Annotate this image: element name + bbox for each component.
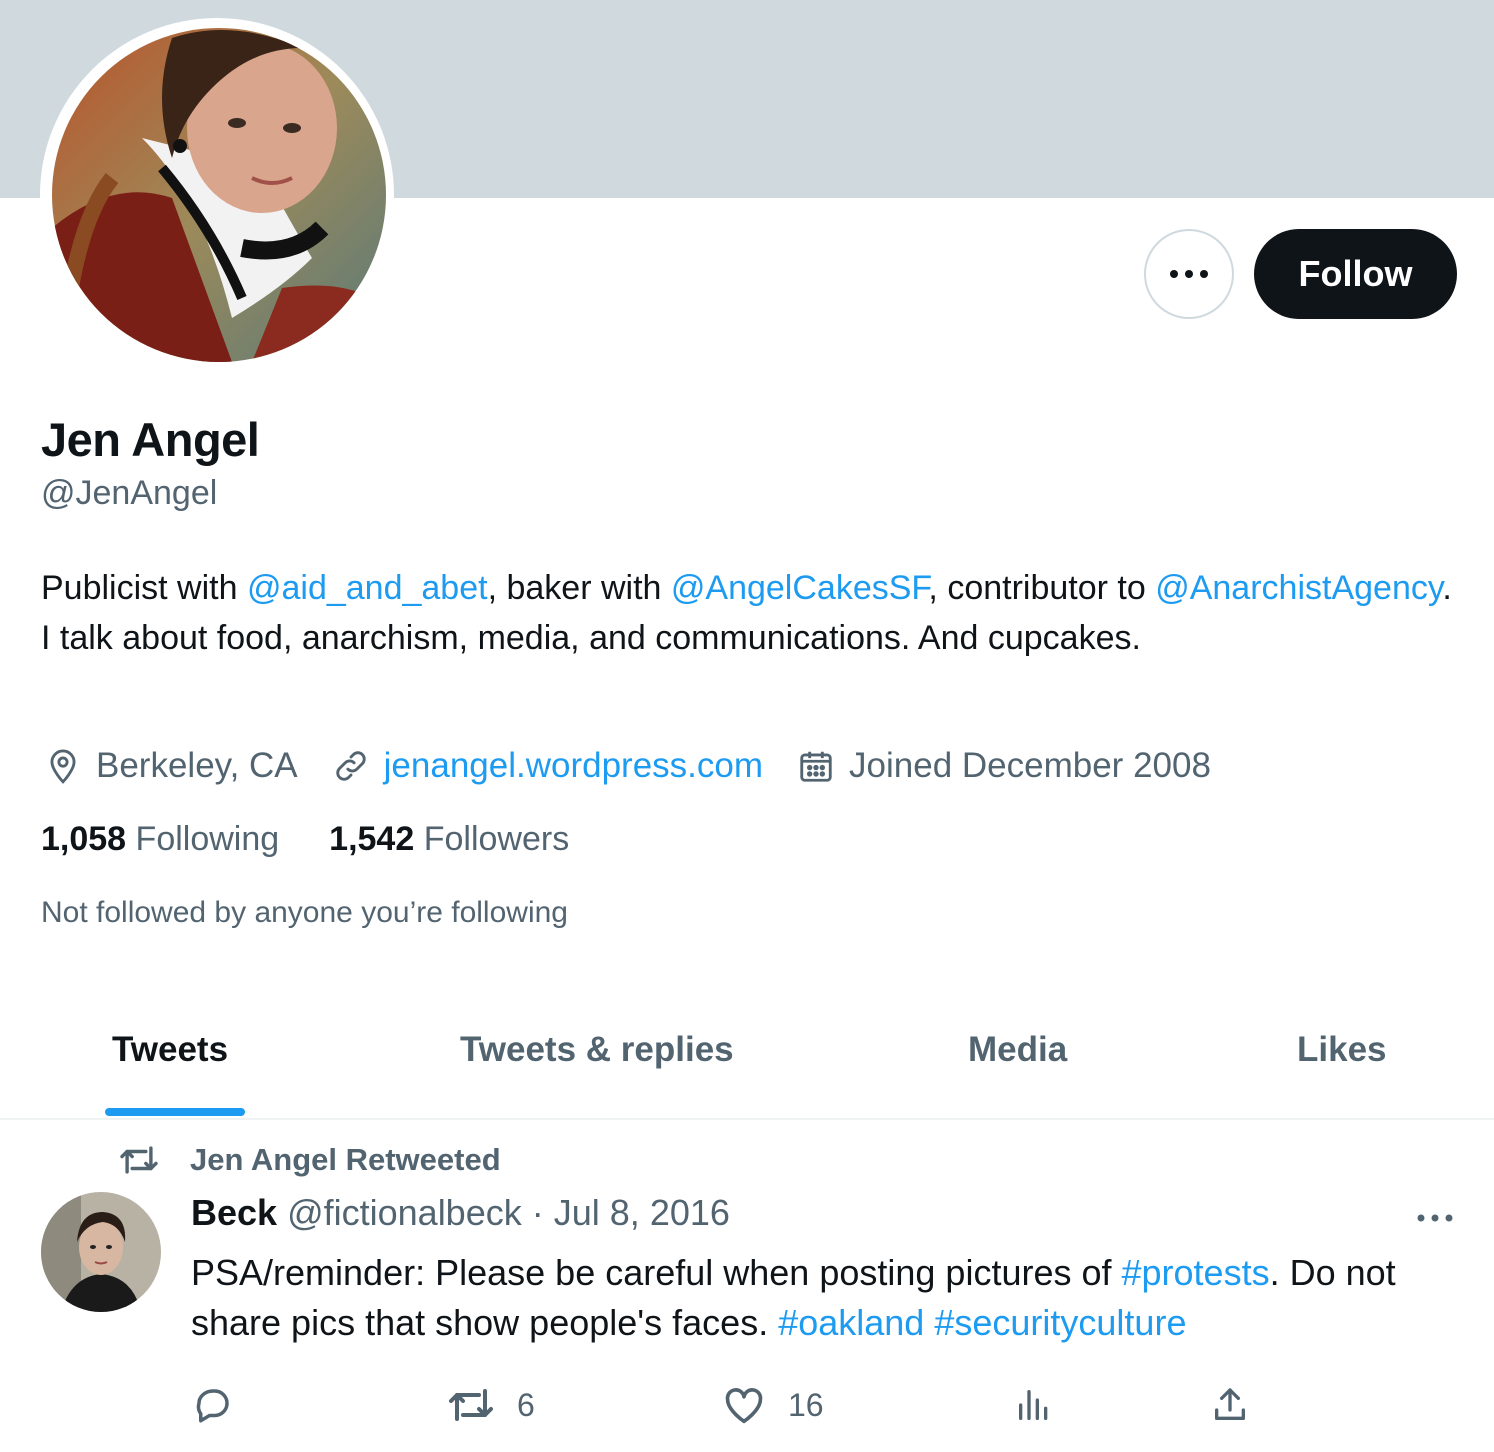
profile-meta: Berkeley, CA jenangel.wordpress.com Join… xyxy=(44,738,1245,794)
follow-counts: 1,058 Following 1,542 Followers xyxy=(41,820,619,859)
bio-text: , baker with xyxy=(487,569,671,607)
tweet-text: PSA/reminder: Please be careful when pos… xyxy=(191,1248,1451,1348)
joined-item: Joined December 2008 xyxy=(797,746,1211,786)
following-count: 1,058 xyxy=(41,820,127,858)
retweet-button[interactable]: 6 xyxy=(447,1380,535,1430)
retweet-icon xyxy=(120,1146,158,1174)
tweet-text-part: PSA/reminder: Please be careful when pos… xyxy=(191,1252,1122,1293)
profile-tabs: Tweets Tweets & replies Media Likes xyxy=(0,1000,1494,1120)
reply-button[interactable] xyxy=(192,1380,256,1430)
retweet-icon xyxy=(449,1389,493,1421)
tab-tweets[interactable]: Tweets xyxy=(112,1030,228,1070)
not-followed-notice: Not followed by anyone you’re following xyxy=(41,896,568,929)
profile-handle: @JenAngel xyxy=(41,474,218,512)
hashtag-link[interactable]: #protests xyxy=(1122,1252,1270,1293)
tab-media[interactable]: Media xyxy=(968,1030,1067,1070)
mention-link[interactable]: @AnarchistAgency xyxy=(1155,569,1442,607)
tweet-author-handle[interactable]: @fictionalbeck xyxy=(287,1192,522,1233)
like-count: 16 xyxy=(788,1386,824,1423)
location-item: Berkeley, CA xyxy=(44,746,298,786)
tweet-author-name[interactable]: Beck xyxy=(191,1192,277,1233)
profile-avatar[interactable] xyxy=(52,28,386,362)
retweet-context[interactable]: Jen Angel Retweeted xyxy=(118,1142,501,1178)
followers-count: 1,542 xyxy=(329,820,415,858)
more-horizontal-icon xyxy=(1170,270,1208,278)
follow-button[interactable]: Follow xyxy=(1254,229,1457,319)
link-icon xyxy=(336,751,366,781)
website-item[interactable]: jenangel.wordpress.com xyxy=(332,746,763,786)
views-button[interactable] xyxy=(1014,1380,1076,1430)
tab-tweets-replies[interactable]: Tweets & replies xyxy=(460,1030,734,1070)
retweet-label: Jen Angel Retweeted xyxy=(190,1142,501,1177)
tweet-text-part xyxy=(924,1302,934,1343)
like-button[interactable]: 16 xyxy=(722,1380,824,1430)
calendar-icon xyxy=(800,751,832,782)
website-link[interactable]: jenangel.wordpress.com xyxy=(384,746,763,786)
like-icon xyxy=(725,1388,763,1424)
mention-link[interactable]: @AngelCakesSF xyxy=(671,569,929,607)
tab-likes[interactable]: Likes xyxy=(1297,1030,1387,1070)
profile-bio: Publicist with @aid_and_abet, baker with… xyxy=(41,563,1461,663)
following-link[interactable]: 1,058 Following xyxy=(41,820,279,859)
location-pin-icon xyxy=(50,749,76,784)
active-tab-indicator xyxy=(105,1108,245,1116)
views-icon xyxy=(1019,1390,1048,1420)
tweet-author-avatar[interactable] xyxy=(41,1192,161,1312)
more-options-button[interactable] xyxy=(1144,229,1234,319)
share-icon xyxy=(1215,1388,1245,1420)
followers-label: Followers xyxy=(423,820,570,858)
profile-name: Jen Angel xyxy=(41,413,260,466)
tweet-header: Beck @fictionalbeck · Jul 8, 2016 xyxy=(191,1192,730,1234)
share-button[interactable] xyxy=(1210,1380,1272,1430)
followers-link[interactable]: 1,542 Followers xyxy=(329,820,569,859)
retweet-count: 6 xyxy=(517,1386,535,1423)
joined-text: Joined December 2008 xyxy=(849,746,1211,785)
tweet-date[interactable]: Jul 8, 2016 xyxy=(554,1192,730,1233)
tweet-separator: · xyxy=(531,1192,544,1233)
reply-icon xyxy=(196,1389,229,1423)
bio-text: , contributor to xyxy=(928,569,1156,607)
more-horizontal-icon xyxy=(1417,1214,1453,1222)
hashtag-link[interactable]: #oakland xyxy=(778,1302,924,1343)
bio-text: Publicist with xyxy=(41,569,247,607)
tweet-more-button[interactable] xyxy=(1410,1200,1460,1236)
location-text: Berkeley, CA xyxy=(96,746,298,785)
hashtag-link[interactable]: #securityculture xyxy=(934,1302,1186,1343)
following-label: Following xyxy=(135,820,280,858)
mention-link[interactable]: @aid_and_abet xyxy=(247,569,488,607)
